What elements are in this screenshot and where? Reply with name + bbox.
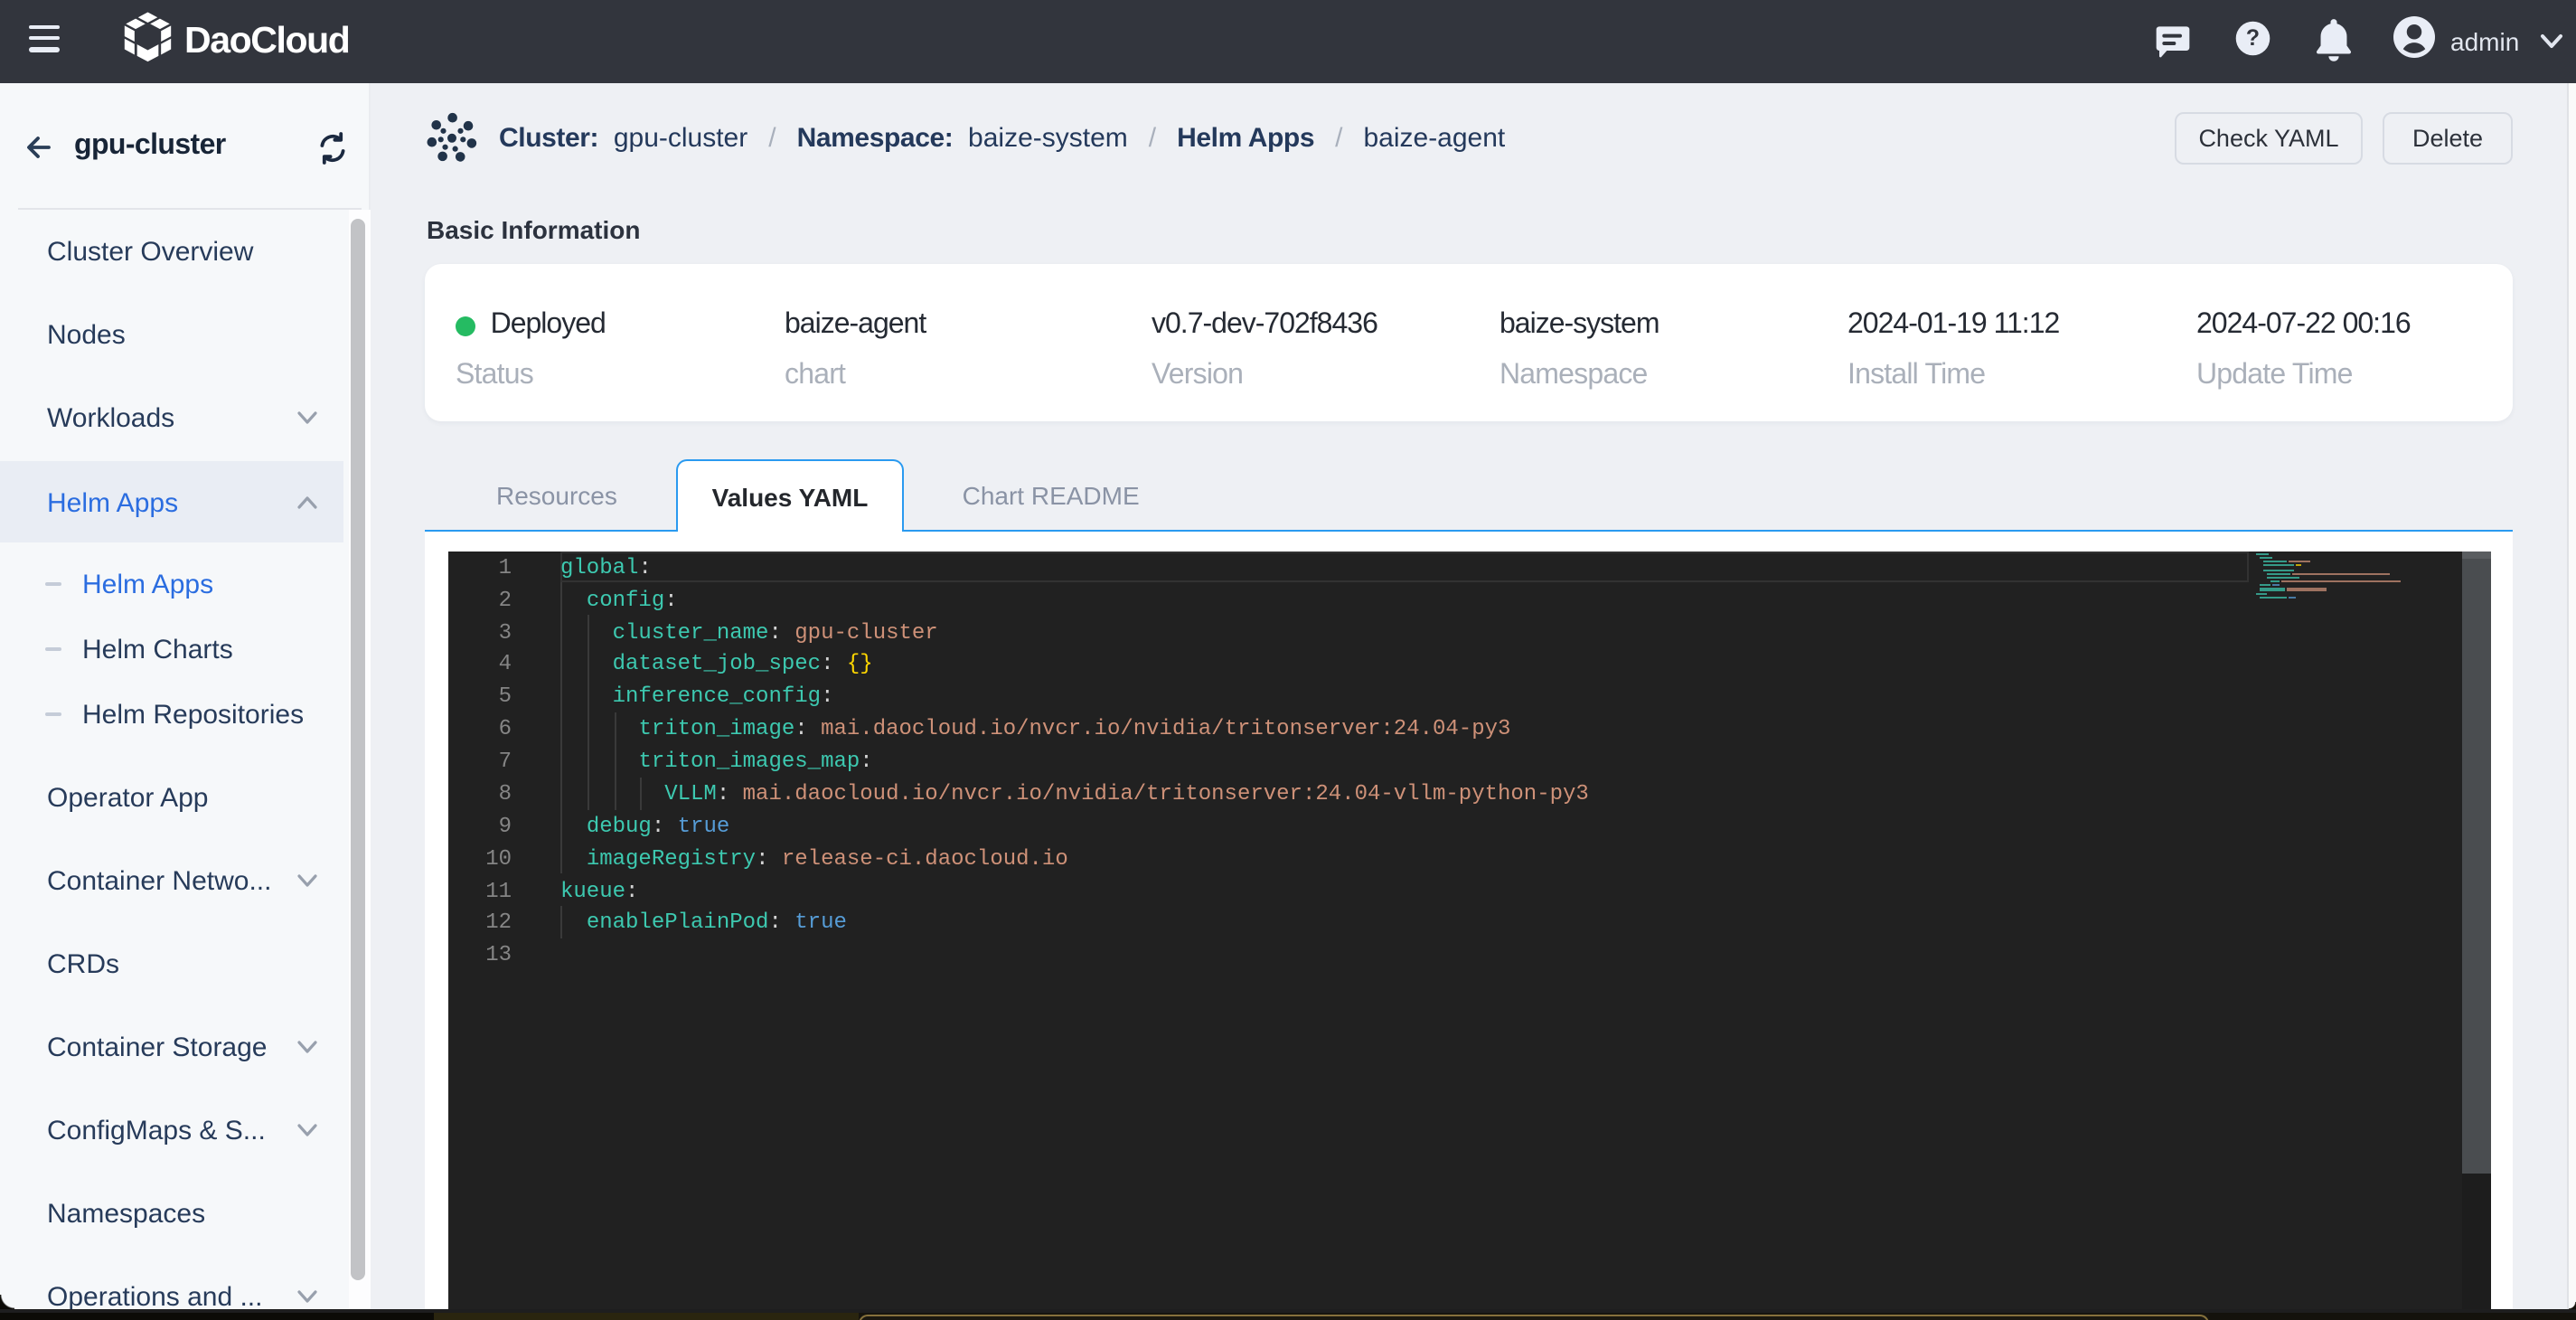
svg-text:?: ? [2245, 26, 2259, 51]
